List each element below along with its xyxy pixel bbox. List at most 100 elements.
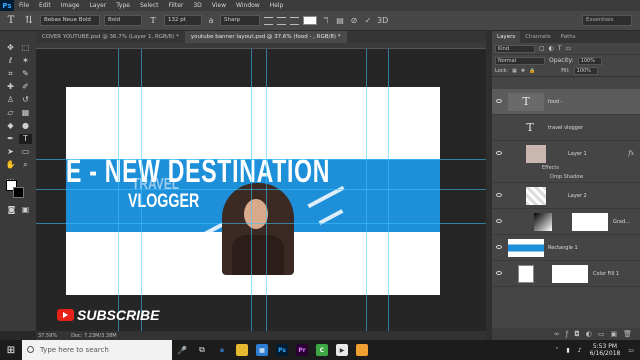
layer-filter-select[interactable]: Kind xyxy=(495,44,535,53)
menu-edit[interactable]: Edit xyxy=(34,2,56,9)
cancel-icon[interactable]: ⊘ xyxy=(349,16,359,25)
fx-icon[interactable]: fx xyxy=(628,150,634,157)
orientation-toggle-icon[interactable]: ⇅ xyxy=(22,15,36,26)
media-player-icon[interactable]: ▶ xyxy=(332,340,352,360)
path-selection-icon[interactable]: ➤ xyxy=(4,147,17,157)
tab-banner-layout[interactable]: youtube banner layout.psd @ 37.6% (food … xyxy=(184,31,347,43)
magic-wand-icon[interactable]: ✶ xyxy=(19,56,32,66)
menu-view[interactable]: View xyxy=(207,2,231,9)
marquee-tool-icon[interactable]: ⬚ xyxy=(19,43,32,53)
tab-channels[interactable]: Channels xyxy=(520,31,555,43)
filter-adjust-icon[interactable]: ◐ xyxy=(549,45,554,52)
warp-text-icon[interactable]: ℸ xyxy=(321,16,331,25)
layer-row[interactable]: Rectangle 1 xyxy=(492,235,640,261)
layer-row[interactable]: Grad... xyxy=(492,209,640,235)
lock-pixels-icon[interactable]: ▦ xyxy=(512,68,517,74)
tab-cover-youtube[interactable]: COVER YOUTUBE.psd @ 36.7% (Layer 1, RGB/… xyxy=(36,31,185,43)
layer-name[interactable]: Layer 2 xyxy=(568,193,587,199)
menu-help[interactable]: Help xyxy=(265,2,289,9)
lock-all-icon[interactable]: 🔒 xyxy=(529,68,535,74)
blur-tool-icon[interactable]: ◆ xyxy=(4,121,17,131)
history-brush-icon[interactable]: ↺ xyxy=(19,95,32,105)
taskbar-search[interactable]: Type here to search xyxy=(22,340,172,360)
pen-tool-icon[interactable]: ✒ xyxy=(4,134,17,144)
new-layer-icon[interactable]: ▣ xyxy=(610,330,617,338)
text-color-swatch[interactable] xyxy=(303,16,317,25)
menu-file[interactable]: File xyxy=(14,2,34,9)
brush-tool-icon[interactable]: ✐ xyxy=(19,82,32,92)
eraser-icon[interactable]: ▱ xyxy=(4,108,17,118)
eyedropper-icon[interactable]: ✎ xyxy=(19,69,32,79)
layer-name[interactable]: Layer 1 xyxy=(568,151,587,157)
layer-row[interactable]: T food - xyxy=(492,89,640,115)
visibility-eye-icon[interactable] xyxy=(496,219,502,223)
align-right-icon[interactable] xyxy=(290,16,299,25)
volume-icon[interactable]: ♪ xyxy=(578,347,582,354)
new-group-icon[interactable]: ▭ xyxy=(598,330,605,338)
quick-mask-icon[interactable]: ◙ xyxy=(5,205,18,215)
link-layers-icon[interactable]: ∞ xyxy=(554,330,560,338)
menu-image[interactable]: Image xyxy=(56,2,85,9)
camtasia-app-icon[interactable]: C xyxy=(312,340,332,360)
font-size-field[interactable]: 132 pt xyxy=(164,15,202,26)
background-color-swatch[interactable] xyxy=(13,187,24,198)
menu-type[interactable]: Type xyxy=(111,2,135,9)
rectangle-tool-icon[interactable]: ▭ xyxy=(19,147,32,157)
move-tool-icon[interactable]: ✥ xyxy=(4,43,17,53)
canvas-area[interactable]: E - NEW DESTINATION TRAVEL VLOGGER SUBSC… xyxy=(36,49,486,331)
menu-filter[interactable]: Filter xyxy=(164,2,189,9)
lasso-tool-icon[interactable]: ℓ xyxy=(4,56,17,66)
healing-brush-icon[interactable]: ✚ xyxy=(4,82,17,92)
zoom-tool-icon[interactable]: ⌕ xyxy=(19,160,32,170)
blend-mode-select[interactable]: Normal xyxy=(495,56,545,65)
premiere-app-icon[interactable]: Pr xyxy=(292,340,312,360)
visibility-eye-icon[interactable] xyxy=(496,151,502,155)
3d-icon[interactable]: 3D xyxy=(377,16,388,25)
dodge-tool-icon[interactable]: ● xyxy=(19,121,32,131)
filter-image-icon[interactable]: ▢ xyxy=(539,45,545,52)
menu-3d[interactable]: 3D xyxy=(188,2,206,9)
align-center-icon[interactable] xyxy=(277,16,286,25)
workspace-select[interactable]: Essentials xyxy=(582,15,632,26)
layer-row[interactable]: Layer 2 xyxy=(492,183,640,209)
menu-select[interactable]: Select xyxy=(135,2,164,9)
visibility-eye-icon[interactable] xyxy=(496,271,502,275)
layer-row[interactable]: T travel vlogger xyxy=(492,115,640,141)
artboard[interactable]: E - NEW DESTINATION TRAVEL VLOGGER xyxy=(66,87,440,295)
notification-icon[interactable]: ▭ xyxy=(628,347,634,354)
type-tool-icon[interactable]: T xyxy=(4,15,18,26)
tab-paths[interactable]: Paths xyxy=(556,31,581,43)
tab-layers[interactable]: Layers xyxy=(492,31,521,43)
drop-shadow-label[interactable]: Drop Shadow xyxy=(550,174,583,180)
filter-shape-icon[interactable]: ▭ xyxy=(566,45,572,52)
layer-row[interactable]: Color Fill 1 xyxy=(492,261,640,287)
gradient-tool-icon[interactable]: ▦ xyxy=(19,108,32,118)
layer-row[interactable]: Layer 1 fx Effects Drop Shadow xyxy=(492,141,640,183)
type-tool-button-icon[interactable]: T xyxy=(19,134,32,144)
filter-type-icon[interactable]: T xyxy=(558,45,562,52)
visibility-eye-icon[interactable] xyxy=(496,245,502,249)
lock-position-icon[interactable]: ✥ xyxy=(521,68,525,74)
font-style-select[interactable]: Bold xyxy=(104,15,142,26)
microphone-icon[interactable]: 🎤 xyxy=(172,340,192,360)
delete-layer-icon[interactable]: 🗑 xyxy=(623,330,632,338)
font-family-select[interactable]: Bebas Neue Bold xyxy=(40,15,100,26)
tray-chevron-icon[interactable]: ˄ xyxy=(555,347,558,354)
antialias-select[interactable]: Sharp xyxy=(220,15,260,26)
layer-name[interactable]: Rectangle 1 xyxy=(548,245,578,251)
clock[interactable]: 5:53 PM 6/16/2018 xyxy=(590,343,621,357)
effects-label[interactable]: Effects xyxy=(542,165,559,171)
align-left-icon[interactable] xyxy=(264,16,273,25)
adjustment-layer-icon[interactable]: ◐ xyxy=(586,330,592,338)
edge-icon[interactable]: e xyxy=(212,340,232,360)
commit-check-icon[interactable]: ✓ xyxy=(363,16,373,25)
add-style-icon[interactable]: ƒ xyxy=(566,330,568,338)
network-icon[interactable]: ▮ xyxy=(566,347,569,354)
screen-mode-icon[interactable]: ▣ xyxy=(19,205,32,215)
visibility-eye-icon[interactable] xyxy=(496,99,502,103)
clone-stamp-icon[interactable]: ♙ xyxy=(4,95,17,105)
store-icon[interactable]: ▦ xyxy=(252,340,272,360)
layer-name[interactable]: Color Fill 1 xyxy=(593,271,619,277)
layer-name[interactable]: travel vlogger xyxy=(548,125,583,131)
photoshop-app-icon[interactable]: Ps xyxy=(272,340,292,360)
